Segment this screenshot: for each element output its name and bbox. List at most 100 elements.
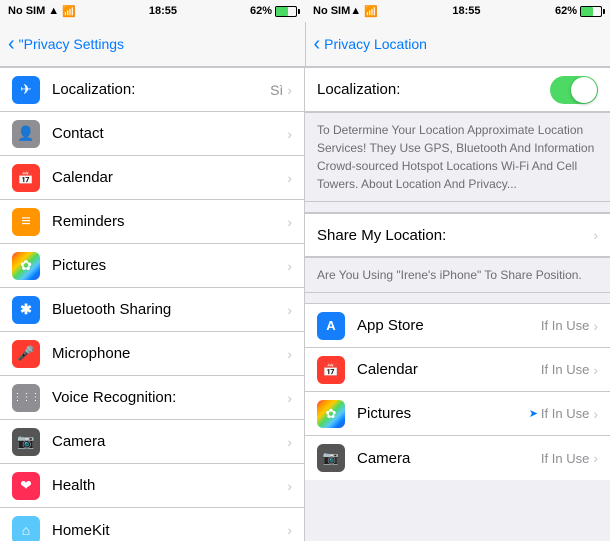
list-item-health[interactable]: ❤ Health ›	[0, 464, 304, 508]
appstore-icon: A	[317, 312, 345, 340]
location-arrow-icon: ➤	[529, 407, 538, 420]
voice-icon: ⋮⋮⋮	[12, 384, 40, 412]
battery-percent-right: 62%	[555, 5, 577, 17]
main-content: ✈ Localization: Sì › 👤 Contact › 📅 Calen…	[0, 67, 610, 541]
nav-bar-right-panel: ‹ Privacy Location	[306, 22, 610, 66]
localization-value: Sì	[270, 82, 283, 98]
pictures-icon: ✿	[12, 252, 40, 280]
calendar-app-status: If In Use	[541, 362, 589, 377]
pictures-app-status: ➤ If In Use	[529, 406, 590, 421]
status-bar-left: No SIM ▲ 📶 18:55 62%	[0, 0, 305, 22]
list-item-homekit[interactable]: ⌂ HomeKit ›	[0, 508, 304, 541]
app-item-appstore[interactable]: A App Store If In Use ›	[305, 304, 610, 348]
pictures-status-text: If In Use	[541, 406, 589, 421]
share-location-item[interactable]: Share My Location: ›	[305, 213, 610, 257]
status-bar-right: No SIM▲ 📶 18:55 62%	[305, 0, 610, 22]
list-item-localization[interactable]: ✈ Localization: Sì ›	[0, 68, 304, 112]
chevron-health-icon: ›	[287, 478, 292, 494]
chevron-camera-app-icon: ›	[593, 450, 598, 466]
share-description-text: Are You Using "Irene's iPhone" To Share …	[317, 268, 582, 282]
bluetooth-icon: ✱	[12, 296, 40, 324]
camera-app-status: If In Use	[541, 451, 589, 466]
contact-label: Contact	[52, 125, 287, 142]
status-left-battery: 62%	[250, 5, 297, 17]
camera-app-name: Camera	[357, 450, 541, 467]
camera-icon: 📷	[12, 428, 40, 456]
app-list-section: A App Store If In Use › 📅 Calendar If In…	[305, 303, 610, 480]
homekit-icon: ⌂	[12, 516, 40, 541]
health-icon: ❤	[12, 472, 40, 500]
back-button-left[interactable]: ‹ "Privacy Settings	[8, 34, 124, 54]
calendar-app-icon: 📅	[317, 356, 345, 384]
chevron-bluetooth-icon: ›	[287, 302, 292, 318]
microphone-label: Microphone	[52, 345, 287, 362]
camera-label: Camera	[52, 433, 287, 450]
list-item-reminders[interactable]: ≡ Reminders ›	[0, 200, 304, 244]
voice-label: Voice Recognition:	[52, 389, 287, 406]
localization-toggle-item[interactable]: Localization:	[305, 68, 610, 112]
description-text: To Determine Your Location Approximate L…	[317, 123, 594, 191]
status-right-battery: 62%	[555, 5, 602, 17]
chevron-reminders-icon: ›	[287, 214, 292, 230]
list-item-microphone[interactable]: 🎤 Microphone ›	[0, 332, 304, 376]
pictures-app-name: Pictures	[357, 405, 529, 422]
list-item-bluetooth[interactable]: ✱ Bluetooth Sharing ›	[0, 288, 304, 332]
share-description-block: Are You Using "Irene's iPhone" To Share …	[305, 258, 610, 293]
list-item-voice[interactable]: ⋮⋮⋮ Voice Recognition: ›	[0, 376, 304, 420]
back-button-right[interactable]: ‹ Privacy Location	[314, 34, 427, 54]
carrier-left: No SIM	[8, 5, 45, 17]
chevron-back-icon-left: ‹	[8, 34, 15, 54]
calendar-icon: 📅	[12, 164, 40, 192]
battery-percent-left: 62%	[250, 5, 272, 17]
chevron-contact-icon: ›	[287, 126, 292, 142]
signal-icon: ▲	[48, 5, 59, 17]
appstore-status-text: If In Use	[541, 318, 589, 333]
wifi-icon-right: 📶	[364, 5, 378, 18]
calendar-app-name: Calendar	[357, 361, 541, 378]
chevron-share-icon: ›	[593, 227, 598, 243]
app-item-camera[interactable]: 📷 Camera If In Use ›	[305, 436, 610, 480]
microphone-icon: 🎤	[12, 340, 40, 368]
share-location-label: Share My Location:	[317, 227, 593, 244]
list-item-camera[interactable]: 📷 Camera ›	[0, 420, 304, 464]
chevron-appstore-icon: ›	[593, 318, 598, 334]
pictures-app-icon: ✿	[317, 400, 345, 428]
chevron-microphone-icon: ›	[287, 346, 292, 362]
battery-icon-left	[275, 6, 297, 17]
nav-bar-left-panel: ‹ "Privacy Settings	[0, 22, 306, 66]
contact-icon: 👤	[12, 120, 40, 148]
chevron-homekit-icon: ›	[287, 522, 292, 538]
list-item-contact[interactable]: 👤 Contact ›	[0, 112, 304, 156]
nav-bar-row: ‹ "Privacy Settings ‹ Privacy Location	[0, 22, 610, 67]
list-item-pictures[interactable]: ✿ Pictures ›	[0, 244, 304, 288]
camera-app-icon: 📷	[317, 444, 345, 472]
app-item-pictures[interactable]: ✿ Pictures ➤ If In Use ›	[305, 392, 610, 436]
localization-label: Localization:	[52, 81, 270, 98]
chevron-voice-icon: ›	[287, 390, 292, 406]
toggle-knob	[571, 77, 597, 103]
back-label-left: "Privacy Settings	[19, 36, 124, 52]
chevron-pictures-icon: ›	[287, 258, 292, 274]
chevron-camera-icon: ›	[287, 434, 292, 450]
right-panel: Localization: To Determine Your Location…	[305, 67, 610, 541]
list-item-calendar[interactable]: 📅 Calendar ›	[0, 156, 304, 200]
chevron-calendar-app-icon: ›	[593, 362, 598, 378]
share-location-section: Share My Location: ›	[305, 212, 610, 258]
localization-toggle[interactable]	[550, 76, 598, 104]
app-item-calendar[interactable]: 📅 Calendar If In Use ›	[305, 348, 610, 392]
reminders-label: Reminders	[52, 213, 287, 230]
battery-icon-right	[580, 6, 602, 17]
camera-status-text: If In Use	[541, 451, 589, 466]
chevron-calendar-icon: ›	[287, 170, 292, 186]
status-right-info: No SIM▲ 📶	[313, 5, 378, 18]
localization-right-label: Localization:	[317, 81, 550, 98]
status-left-info: No SIM ▲ 📶	[8, 5, 76, 18]
localization-icon: ✈	[12, 76, 40, 104]
wifi-icon-left: 📶	[62, 5, 76, 18]
reminders-icon: ≡	[12, 208, 40, 236]
privacy-list: ✈ Localization: Sì › 👤 Contact › 📅 Calen…	[0, 67, 304, 541]
chevron-localization-icon: ›	[287, 82, 292, 98]
bluetooth-label: Bluetooth Sharing	[52, 301, 287, 318]
appstore-name: App Store	[357, 317, 541, 334]
chevron-pictures-app-icon: ›	[593, 406, 598, 422]
